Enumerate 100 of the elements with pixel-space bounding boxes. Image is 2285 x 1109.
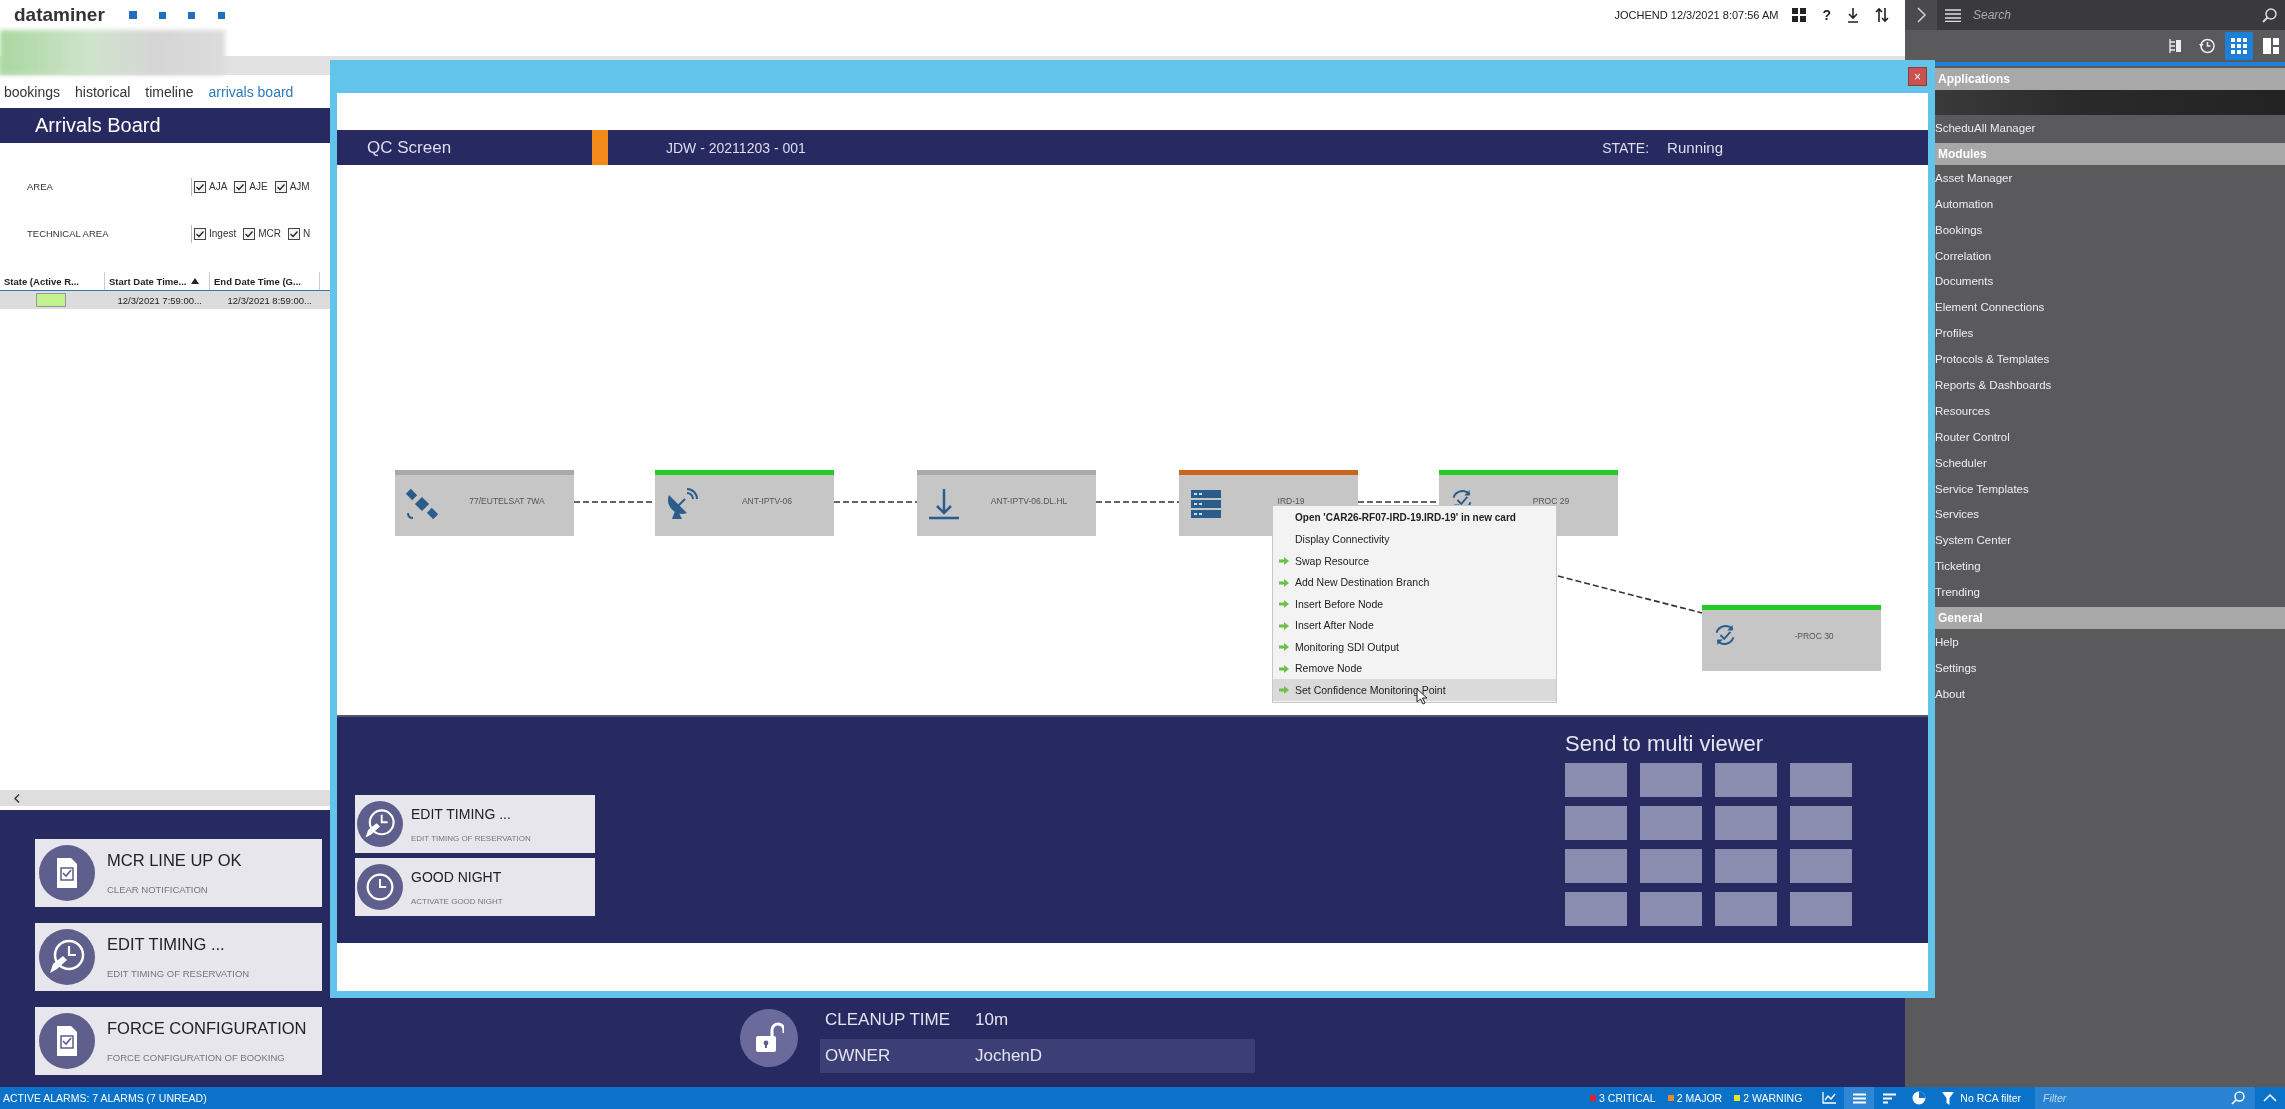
menu-item[interactable]: Protocols & Templates — [1935, 346, 2285, 372]
menu-item[interactable]: Documents — [1935, 268, 2285, 295]
rca-filter-button[interactable]: No RCA filter — [1934, 1091, 2035, 1105]
menu-item[interactable]: Swap Resource — [1273, 550, 1556, 572]
filter-box[interactable]: Filter — [2035, 1087, 2255, 1109]
tab[interactable]: timeline — [145, 83, 194, 100]
menu-item[interactable]: Reports & Dashboards — [1935, 372, 2285, 398]
alarm-count[interactable]: 2 MAJOR — [1676, 1092, 1723, 1104]
tab[interactable]: arrivals board — [208, 83, 294, 100]
help-button[interactable]: ? — [1822, 7, 1831, 23]
menu-item[interactable]: Insert Before Node — [1273, 593, 1556, 615]
arrow-icon — [1279, 557, 1289, 565]
filter-field[interactable]: Filter — [2041, 1091, 2231, 1105]
menu-item[interactable]: Profiles — [1935, 320, 2285, 347]
search-box[interactable]: Search — [1937, 0, 2285, 30]
menu-item[interactable]: ScheduAll Manager — [1935, 115, 2285, 141]
grid-icon[interactable] — [1792, 8, 1807, 22]
antenna-icon — [927, 487, 961, 521]
tab[interactable]: historical — [75, 83, 131, 100]
menu-item[interactable]: Insert After Node — [1273, 614, 1556, 636]
close-button[interactable]: × — [1908, 67, 1927, 86]
action-button[interactable]: EDIT TIMING ... EDIT TIMING OF RESERVATION — [35, 923, 322, 991]
menu-item[interactable]: Set Confidence Monitoring Point — [1273, 679, 1556, 701]
menu-item[interactable]: Element Connections — [1935, 294, 2285, 321]
checkbox[interactable] — [194, 227, 206, 240]
menu-item[interactable]: Scheduler — [1935, 449, 2285, 476]
node[interactable]: 77/EUTELSAT 7WA — [395, 470, 574, 536]
caret-up-icon[interactable] — [2263, 1094, 2277, 1102]
arrow-icon — [1279, 578, 1289, 587]
menu-item[interactable]: Asset Manager — [1935, 164, 2285, 191]
menu-item[interactable]: Settings — [1935, 654, 2285, 681]
search-icon[interactable] — [2262, 7, 2277, 23]
sort-arrows-icon[interactable] — [1875, 7, 1889, 23]
checkbox-label: AJA — [209, 181, 228, 192]
clock-pencil-icon — [357, 801, 403, 847]
alarm-count[interactable]: 3 CRITICAL — [1599, 1092, 1656, 1104]
menu-item[interactable]: Router Control — [1935, 423, 2285, 450]
scroll-left-icon[interactable] — [14, 793, 20, 803]
active-alarms-text[interactable]: ACTIVE ALARMS: 7 ALARMS (7 UNREAD) — [0, 1092, 207, 1104]
horizontal-scrollbar[interactable] — [0, 790, 330, 806]
menu-item[interactable]: Bookings — [1935, 216, 2285, 243]
action-button[interactable]: EDIT TIMING ... EDIT TIMING OF RESERVATION — [355, 795, 595, 853]
menu-item[interactable]: Monitoring SDI Output — [1273, 636, 1556, 658]
clock-icon — [357, 864, 403, 910]
checkbox[interactable] — [288, 227, 301, 240]
list-icon[interactable] — [1852, 1092, 1866, 1104]
filter-icon[interactable] — [1942, 1091, 1955, 1105]
menu-item[interactable]: Trending — [1935, 579, 2285, 606]
menu-item[interactable]: Resources — [1935, 397, 2285, 424]
action-button[interactable]: FORCE CONFIGURATION FORCE CONFIGURATION OF BOOKING — [35, 1007, 322, 1075]
node[interactable]: ANT-IPTV-06 — [655, 470, 834, 536]
checkbox-label: N — [303, 228, 311, 239]
menu-item[interactable]: Service Templates — [1935, 475, 2285, 502]
menu-item[interactable]: Help — [1935, 629, 2285, 655]
tab[interactable]: bookings — [4, 83, 61, 100]
checkbox[interactable] — [274, 180, 287, 193]
checkbox[interactable] — [194, 180, 206, 193]
node[interactable]: ANT-IPTV-06.DL.HL — [917, 470, 1096, 536]
server-rack-icon — [1189, 487, 1223, 521]
checkbox-label: AJM — [289, 181, 310, 192]
layout-icon[interactable] — [2263, 38, 2279, 54]
line-chart-icon[interactable] — [1822, 1092, 1837, 1104]
search-icon[interactable] — [2231, 1091, 2245, 1105]
table-row[interactable]: 12/3/2021 7:59:00... 12/3/2021 8:59:00... — [0, 291, 330, 309]
menu-item[interactable]: Services — [1935, 501, 2285, 528]
alarm-count[interactable]: 2 WARNING — [1743, 1092, 1803, 1104]
grid-view-button[interactable] — [2225, 32, 2253, 60]
column-header[interactable]: State (Active R... — [0, 272, 105, 290]
sort-icon[interactable] — [1882, 1092, 1896, 1104]
sort-ascending-icon — [191, 278, 200, 284]
menu-item[interactable]: Automation — [1935, 190, 2285, 217]
menu-item[interactable]: System Center — [1935, 527, 2285, 554]
checkbox[interactable] — [243, 227, 256, 240]
chevron-right-icon[interactable] — [1917, 7, 1927, 23]
list-view-button[interactable] — [1844, 1087, 1875, 1109]
multi-viewer-title: Send to multi viewer — [1565, 731, 1765, 757]
screen-title: QC Screen — [366, 137, 453, 158]
menu-item[interactable]: Ticketing — [1935, 553, 2285, 580]
menu-icon[interactable] — [1945, 8, 1961, 22]
user-and-time: JOCHEND 12/3/2021 8:07:56 AM — [1614, 9, 1779, 21]
menu-item[interactable]: Add New Destination Branch — [1273, 571, 1556, 593]
table-cell-text: 12/3/2021 7:59:00... — [116, 294, 203, 306]
detail-value: JochenD — [975, 1046, 1043, 1066]
checkbox-label: AJE — [249, 181, 268, 192]
history-icon[interactable] — [2199, 38, 2215, 54]
column-header[interactable]: End Date Time (G... — [210, 272, 320, 290]
menu-item[interactable]: Correlation — [1935, 242, 2285, 269]
pie-chart-icon[interactable] — [1912, 1091, 1927, 1105]
checkbox[interactable] — [234, 180, 247, 193]
download-icon[interactable] — [1847, 7, 1859, 23]
tree-icon[interactable] — [2168, 38, 2182, 54]
menu-item[interactable]: Remove Node — [1273, 657, 1556, 679]
column-header[interactable]: Start Date Time... — [105, 272, 210, 290]
menu-item[interactable]: About — [1935, 680, 2285, 707]
action-button[interactable]: MCR LINE UP OK CLEAR NOTIFICATION — [35, 839, 322, 907]
filter-label: AREA — [26, 181, 54, 192]
arrow-icon — [1279, 600, 1289, 608]
node[interactable]: -PROC 30 — [1702, 605, 1881, 671]
checkbox-label: MCR — [258, 228, 282, 239]
action-button[interactable]: GOOD NIGHT ACTIVATE GOOD NIGHT — [355, 858, 595, 916]
